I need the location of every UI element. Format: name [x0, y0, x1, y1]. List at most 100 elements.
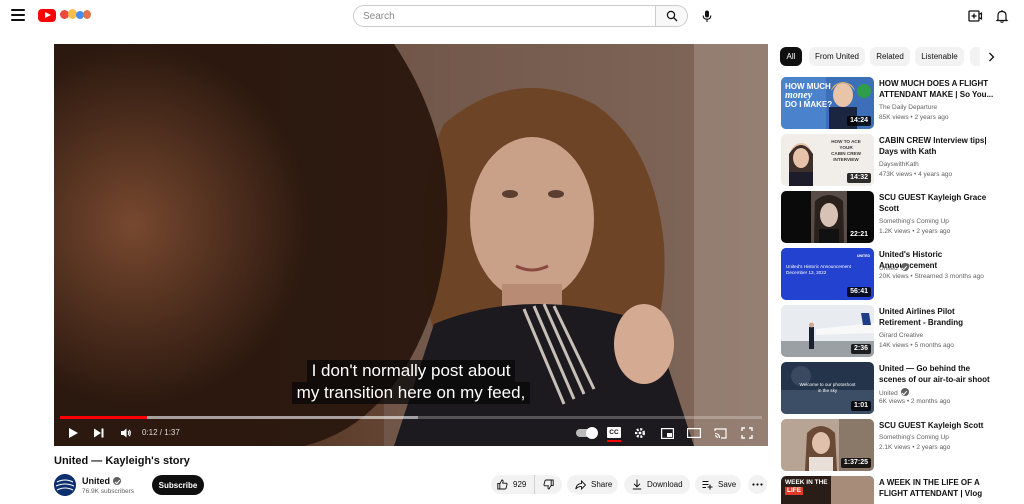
- channel-name-text: United: [82, 476, 110, 486]
- video-duration: 14:24: [847, 116, 871, 126]
- recommendation-meta: 85K views • 2 years ago: [879, 114, 949, 121]
- video-duration: 2:36: [850, 344, 871, 354]
- caption-line: I don't normally post about: [306, 360, 516, 382]
- channel-name[interactable]: United: [82, 476, 121, 486]
- recommendation-channel: Something's Coming Up: [879, 218, 949, 225]
- chip-overflow[interactable]: [970, 47, 980, 66]
- recommendation-channel: DayswithKath: [879, 161, 919, 168]
- chip-from-united[interactable]: From United: [809, 47, 865, 66]
- doodle-icon: [58, 8, 92, 22]
- recommendation-channel-name: United: [879, 390, 898, 397]
- video-thumbnail: UNITED United's Historic Announcement Dec…: [781, 248, 874, 300]
- recommendation-item[interactable]: HOW TO ACE YOUR CABIN CREW INTERVIEW 14:32 …: [781, 134, 1021, 187]
- volume-icon: [121, 428, 131, 438]
- fullscreen-icon: [741, 427, 753, 439]
- recommendation-channel: Something's Coming Up: [879, 434, 949, 441]
- search-input[interactable]: [353, 5, 655, 27]
- play-button[interactable]: [65, 425, 81, 441]
- thumb-text: HOW MUCH money DO I MAKE?: [785, 82, 832, 109]
- settings-button[interactable]: [632, 425, 648, 441]
- theater-mode-icon: [687, 428, 701, 438]
- cast-button[interactable]: [712, 425, 728, 441]
- more-horizontal-icon: [752, 483, 763, 486]
- video-duration: 1:37:25: [840, 458, 871, 468]
- search-bar: [353, 5, 688, 27]
- search-button[interactable]: [655, 5, 688, 27]
- channel-avatar[interactable]: [54, 474, 76, 496]
- share-button[interactable]: Share: [567, 475, 618, 494]
- masthead: [0, 0, 1024, 32]
- theater-mode-button[interactable]: [686, 425, 702, 441]
- recommendation-item[interactable]: 22:21 SCU GUEST Kayleigh Grace Scott Som…: [781, 191, 1021, 244]
- volume-button[interactable]: [118, 425, 134, 441]
- chip-related[interactable]: Related: [870, 47, 910, 66]
- thumbs-down-icon: [543, 479, 554, 490]
- fullscreen-button[interactable]: [739, 425, 755, 441]
- recommendation-item[interactable]: WEEK IN THE LIFE A WEEK IN THE LIFE OF A …: [781, 476, 1021, 504]
- thumb-text: Welcome to our photoshoot in the sky: [781, 382, 874, 394]
- notifications-button[interactable]: [993, 7, 1011, 25]
- thumb-text-line: DO I MAKE?: [785, 100, 833, 109]
- chips-next-button[interactable]: [984, 50, 998, 64]
- video-duration: 1:01: [850, 401, 871, 411]
- subscribe-button[interactable]: Subscribe: [152, 475, 204, 495]
- cast-icon: [713, 427, 727, 439]
- progress-bar[interactable]: [60, 416, 762, 419]
- recommendation-channel: Girard Creative: [879, 332, 924, 339]
- recommendation-title: SCU GUEST Kayleigh Scott: [879, 421, 984, 430]
- like-button[interactable]: 929: [491, 475, 534, 494]
- recommendation-item[interactable]: 1:37:25 SCU GUEST Kayleigh Scott Somethi…: [781, 419, 1021, 472]
- thumb-text-line: in the sky: [817, 388, 838, 393]
- youtube-logo[interactable]: [38, 8, 92, 22]
- progress-played: [60, 416, 148, 419]
- thumb-text-line: LIFE: [785, 487, 804, 495]
- more-actions-button[interactable]: [748, 475, 767, 494]
- video-thumbnail: HOW MUCH money DO I MAKE? 14:24: [781, 77, 874, 129]
- thumb-text-line: INTERVIEW: [833, 157, 859, 162]
- thumb-text: United's Historic Announcement December 1…: [786, 264, 851, 276]
- recommendation-meta: 473K views • 4 years ago: [879, 171, 953, 178]
- video-thumbnail: 22:21: [781, 191, 874, 243]
- recommendation-item[interactable]: 2:36 United Airlines Pilot Retirement - …: [781, 305, 1021, 358]
- recommendation-title: SCU GUEST Kayleigh Grace Scott: [879, 193, 987, 213]
- download-label: Download: [647, 480, 683, 489]
- video-duration: 56:41: [847, 287, 871, 297]
- autoplay-toggle-knob: [586, 427, 598, 439]
- download-button[interactable]: Download: [624, 475, 690, 494]
- time-display: 0:12 / 1:37: [142, 428, 180, 437]
- subtitles-button[interactable]: CC: [607, 427, 621, 438]
- recommendation-item[interactable]: UNITED United's Historic Announcement Dec…: [781, 248, 1021, 301]
- chip-all[interactable]: All: [780, 47, 802, 66]
- verified-badge-icon: [900, 388, 909, 396]
- recommendation-meta: 20K views • Streamed 3 months ago: [879, 273, 984, 280]
- recommendation-title: United Airlines Pilot Retirement - Brand…: [879, 307, 964, 327]
- recommendation-meta: 6K views • 2 months ago: [879, 398, 951, 405]
- playlist-add-icon: [702, 480, 713, 489]
- video-player[interactable]: I don't normally post about my transitio…: [54, 44, 768, 446]
- recommendation-title: A WEEK IN THE LIFE OF A FLIGHT ATTENDANT…: [879, 478, 983, 498]
- thumb-text: WEEK IN THE LIFE: [785, 479, 828, 495]
- dislike-button[interactable]: [534, 475, 562, 494]
- thumb-text: HOW TO ACE YOUR CABIN CREW INTERVIEW: [821, 139, 871, 163]
- miniplayer-button[interactable]: [659, 425, 675, 441]
- thumb-text-line: WEEK IN THE: [785, 479, 828, 486]
- share-icon: [575, 479, 586, 490]
- player-controls: 0:12 / 1:37 CC: [54, 422, 768, 444]
- chevron-right-icon: [988, 52, 994, 62]
- save-button[interactable]: Save: [695, 475, 741, 494]
- video-duration: 22:21: [847, 230, 871, 240]
- share-label: Share: [591, 480, 613, 489]
- video-thumbnail: WEEK IN THE LIFE: [781, 476, 874, 504]
- recommendation-item[interactable]: HOW MUCH money DO I MAKE? 14:24 HOW MUCH D…: [781, 77, 1021, 130]
- next-button[interactable]: [91, 425, 107, 441]
- voice-search-button[interactable]: [697, 6, 717, 26]
- recommendation-item[interactable]: Welcome to our photoshoot in the sky 1:01…: [781, 362, 1021, 415]
- search-icon: [666, 10, 677, 22]
- autoplay-toggle[interactable]: [576, 427, 598, 439]
- chip-listenable[interactable]: Listenable: [915, 47, 964, 66]
- bell-icon: [995, 10, 1009, 23]
- save-label: Save: [718, 480, 737, 489]
- thumb-text-line: money: [785, 90, 813, 101]
- menu-icon[interactable]: [11, 9, 25, 21]
- create-button[interactable]: [966, 7, 984, 25]
